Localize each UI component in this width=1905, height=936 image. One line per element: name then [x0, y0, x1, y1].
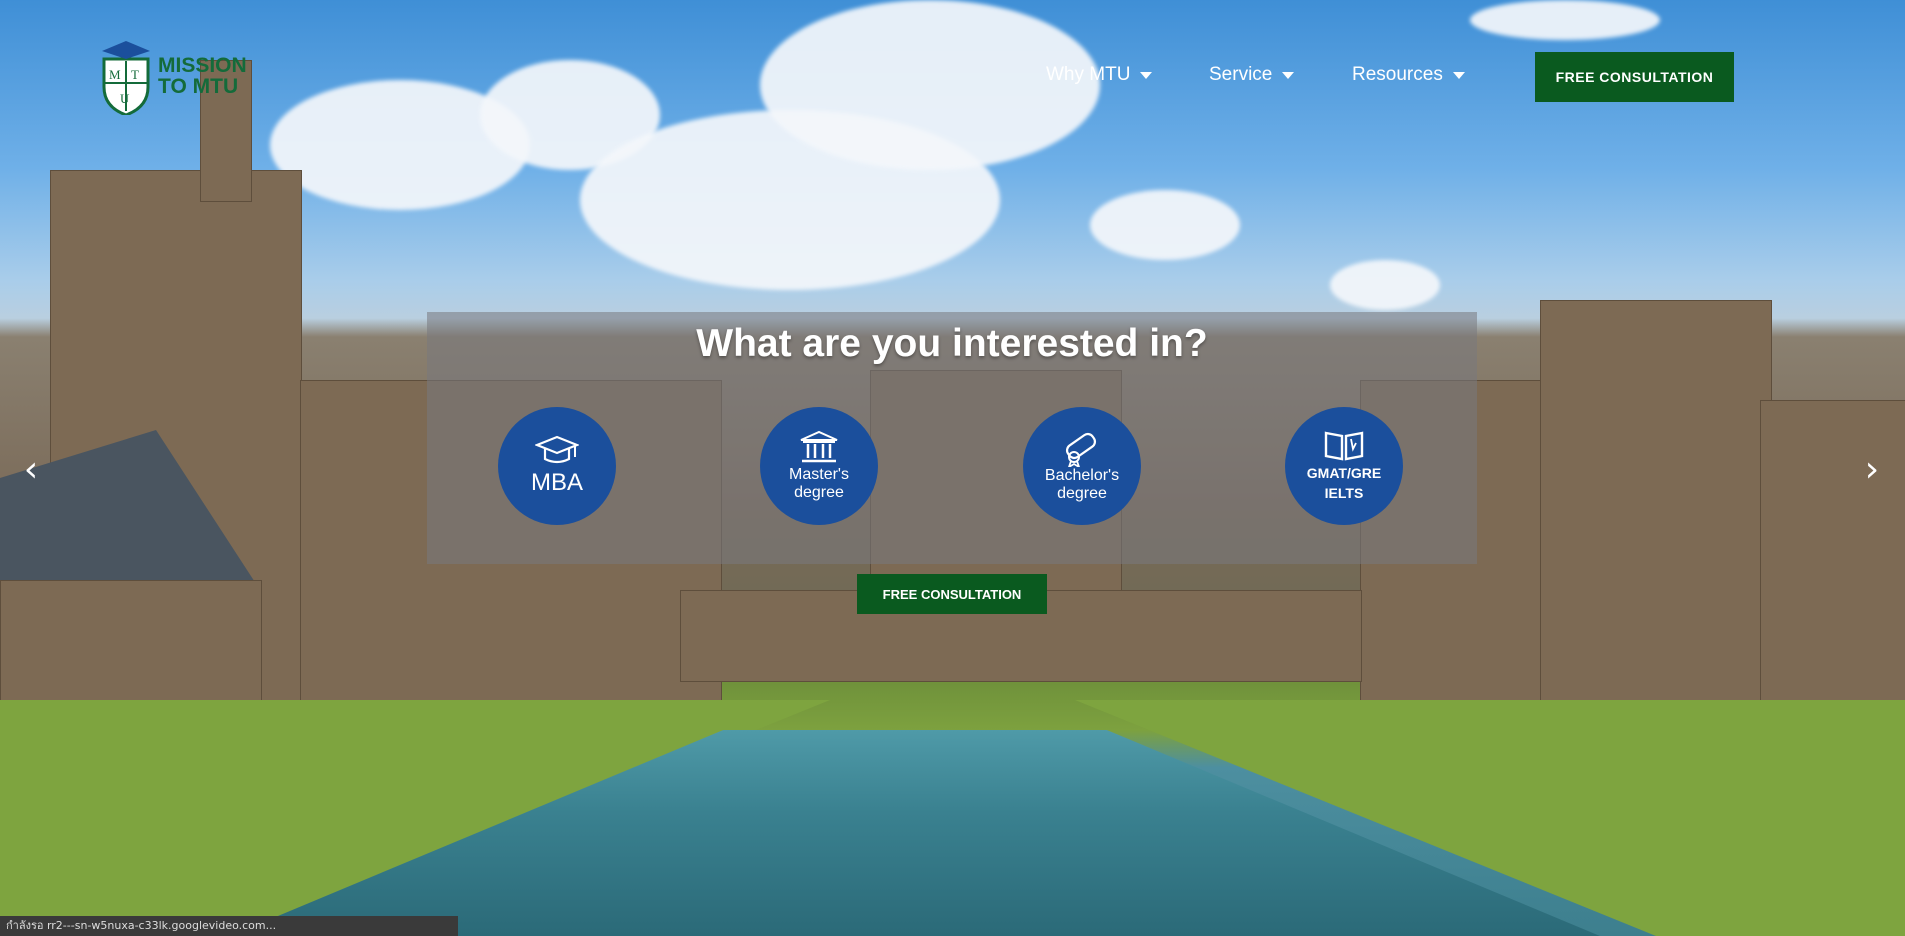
option-mba-label: MBA: [530, 469, 583, 496]
institution-icon: [800, 430, 838, 463]
right-tower: [1540, 300, 1772, 702]
chevron-right-icon[interactable]: ›: [1857, 452, 1887, 488]
diploma-icon: [1065, 432, 1097, 467]
nav-resources-label: Resources: [1352, 64, 1443, 85]
svg-text:T: T: [131, 67, 139, 82]
option-mba[interactable]: MBA: [498, 407, 616, 525]
option-masters-line2: degree: [794, 484, 844, 501]
option-masters-label: Master's degree: [789, 466, 849, 502]
nav-why-mtu[interactable]: Why MTU: [1046, 64, 1153, 86]
option-masters-line1: Master's: [789, 466, 849, 483]
panel-title: What are you interested in?: [696, 322, 1208, 365]
option-gmat-gre-ielts[interactable]: GMAT/GRE IELTS: [1285, 407, 1403, 525]
svg-text:U: U: [120, 91, 130, 106]
left-wing: [0, 580, 262, 702]
open-book-icon: [1324, 431, 1364, 461]
browser-status-bar: กำลังรอ rr2---sn-w5nuxa-c33lk.googlevide…: [0, 916, 458, 936]
graduation-cap-icon: [535, 435, 579, 464]
option-gmat-line2: IELTS: [1324, 485, 1364, 501]
svg-text:M: M: [109, 67, 121, 82]
header-free-consultation-button[interactable]: FREE CONSULTATION: [1535, 52, 1734, 102]
option-bachelors-label: Bachelor's degree: [1045, 467, 1119, 503]
site-logo[interactable]: M T U MISSION TO MTU: [100, 36, 260, 116]
chevron-left-icon[interactable]: ‹: [16, 452, 46, 488]
option-bachelors-line1: Bachelor's: [1044, 467, 1120, 484]
option-bachelors[interactable]: Bachelor's degree: [1023, 407, 1141, 525]
cloud: [1470, 0, 1660, 40]
logo-text: MISSION TO MTU: [158, 55, 247, 97]
nav-resources[interactable]: Resources: [1352, 64, 1465, 86]
logo-text-line1: MISSION: [158, 54, 247, 77]
caret-down-icon: [1452, 71, 1465, 79]
caret-down-icon: [1140, 71, 1153, 79]
option-bachelors-line2: degree: [1057, 485, 1107, 502]
cloud: [1090, 190, 1240, 260]
option-masters[interactable]: Master's degree: [760, 407, 878, 525]
right-wing: [1760, 400, 1905, 702]
nav-service[interactable]: Service: [1209, 64, 1295, 86]
nav-service-label: Service: [1209, 64, 1273, 85]
hero-free-consultation-button[interactable]: FREE CONSULTATION: [857, 574, 1047, 614]
option-gmat-line1: GMAT/GRE: [1306, 465, 1382, 481]
caret-down-icon: [1282, 71, 1295, 79]
logo-text-line2: TO MTU: [158, 75, 239, 98]
cloud: [1330, 260, 1440, 310]
shield-logo-icon: M T U: [102, 41, 150, 115]
option-gmat-label: GMAT/GRE IELTS: [1307, 463, 1381, 503]
nav-why-mtu-label: Why MTU: [1046, 64, 1131, 85]
